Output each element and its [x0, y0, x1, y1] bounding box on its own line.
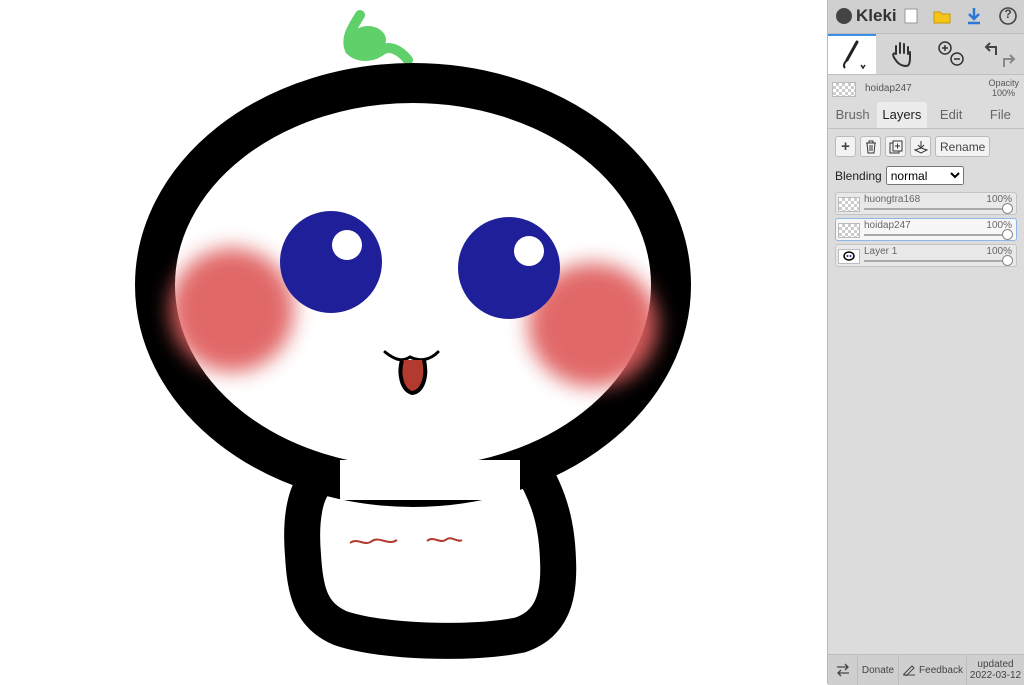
opacity-label: Opacity [988, 78, 1019, 88]
duplicate-layer-button[interactable] [885, 136, 906, 157]
brush-tool[interactable] [828, 34, 876, 74]
layer-thumbnail [838, 223, 860, 238]
updated-info[interactable]: updated 2022-03-12 [967, 655, 1024, 685]
canvas-artwork [135, 10, 691, 659]
undo-redo-controls[interactable] [976, 34, 1024, 74]
right-eye [458, 217, 560, 319]
layer-row-huongtra168[interactable]: huongtra168 100% [835, 192, 1017, 215]
top-bar: Kleki ? [828, 0, 1024, 34]
zoom-controls[interactable] [927, 34, 975, 74]
opacity-value: 100% [991, 88, 1015, 98]
rename-button[interactable]: Rename [935, 136, 991, 157]
duplicate-icon [889, 140, 902, 153]
current-layer-info: hoidap247 Opacity 100% [828, 76, 1024, 102]
brush-icon [842, 40, 866, 70]
new-image-icon[interactable] [901, 6, 921, 26]
panel-footer: Donate Feedback updated 2022-03-12 [828, 654, 1024, 685]
blending-select[interactable]: normal [885, 166, 964, 185]
layer-opacity-knob[interactable] [1002, 229, 1013, 240]
drawing-canvas[interactable] [0, 0, 827, 684]
feedback-label: Feedback [919, 664, 963, 676]
layer-thumbnail [838, 249, 860, 264]
add-layer-glyph: + [841, 138, 850, 155]
open-folder-icon[interactable] [932, 6, 952, 26]
updated-label: updated [977, 659, 1014, 670]
side-panel: Kleki ? hoidap247 Opacity 100% Brush Lay… [827, 0, 1024, 685]
undo-redo-icon [984, 42, 1016, 67]
sprout-drawing [343, 10, 413, 65]
layer-name: Layer 1 [864, 246, 898, 257]
layer-opacity-knob[interactable] [1002, 255, 1013, 266]
blending-row: Blending normal [835, 166, 964, 185]
add-layer-button[interactable]: + [835, 136, 856, 157]
trash-icon [865, 140, 876, 153]
layer-toolbar: + Rename [835, 136, 991, 157]
blending-label: Blending [835, 168, 882, 183]
layer-opacity-slider[interactable] [864, 208, 1010, 210]
layer-row-layer-1[interactable]: Layer 1 100% [835, 244, 1017, 267]
donate-button[interactable]: Donate [858, 655, 899, 685]
left-cheek [170, 248, 294, 372]
app-name: Kleki [856, 6, 897, 25]
tab-brush[interactable]: Brush [828, 102, 877, 128]
updated-date: 2022-03-12 [969, 670, 1022, 681]
kleki-logo[interactable]: Kleki [836, 6, 897, 26]
layer-opacity-slider[interactable] [864, 234, 1010, 236]
layer-opacity-knob[interactable] [1002, 203, 1013, 214]
tab-layers[interactable]: Layers [877, 102, 927, 128]
layer-thumbnail [838, 197, 860, 212]
layer-name: hoidap247 [864, 220, 911, 231]
zoom-icon [938, 41, 964, 66]
merge-down-icon [913, 140, 928, 154]
current-layer-name: hoidap247 [865, 83, 912, 94]
help-glyph: ? [1004, 7, 1012, 21]
left-eye [280, 211, 382, 313]
swap-panel-side-button[interactable] [828, 655, 858, 685]
panel-tabs: Brush Layers Edit File [828, 102, 1024, 129]
download-icon[interactable] [964, 6, 984, 26]
delete-layer-button[interactable] [860, 136, 881, 157]
tool-bar [828, 34, 1024, 75]
hand-icon [892, 42, 911, 68]
hand-tool[interactable] [878, 34, 926, 74]
help-icon[interactable]: ? [998, 6, 1018, 26]
feedback-icon [903, 665, 916, 676]
feedback-button[interactable]: Feedback [899, 655, 967, 685]
tab-file[interactable]: File [976, 102, 1024, 128]
layer-opacity-slider[interactable] [864, 260, 1010, 262]
skull-thumbnail-icon [843, 251, 855, 261]
merge-down-button[interactable] [910, 136, 931, 157]
kleki-logo-icon [836, 8, 852, 24]
layer-row-hoidap247[interactable]: hoidap247 100% [835, 218, 1017, 241]
current-layer-thumbnail [832, 82, 856, 97]
tab-edit[interactable]: Edit [927, 102, 976, 128]
layer-name: huongtra168 [864, 194, 921, 205]
swap-arrows-icon [836, 663, 849, 677]
